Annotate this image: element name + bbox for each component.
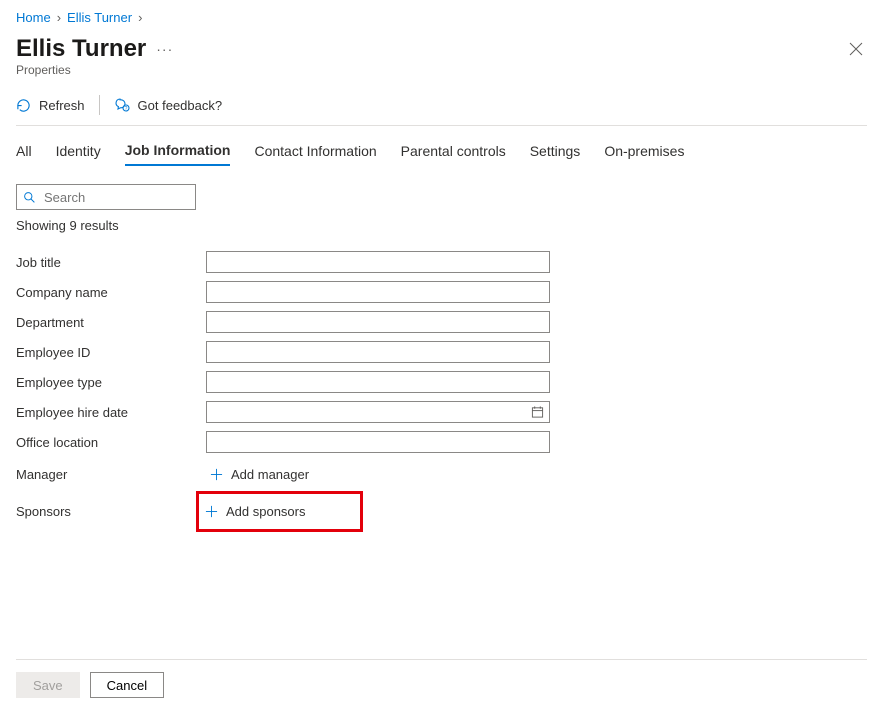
row-hire-date: Employee hire date <box>16 397 867 427</box>
input-company-name[interactable] <box>206 281 550 303</box>
add-manager-label: Add manager <box>231 467 309 482</box>
tabs: All Identity Job Information Contact Inf… <box>16 136 867 166</box>
row-employee-type: Employee type <box>16 367 867 397</box>
label-manager: Manager <box>16 467 206 482</box>
add-sponsors-label: Add sponsors <box>226 504 306 519</box>
add-sponsors-button[interactable]: Add sponsors <box>201 498 314 525</box>
results-count: Showing 9 results <box>16 218 867 233</box>
row-office-location: Office location <box>16 427 867 457</box>
label-employee-id: Employee ID <box>16 345 206 360</box>
tab-on-premises[interactable]: On-premises <box>604 137 684 165</box>
breadcrumb-current[interactable]: Ellis Turner <box>67 10 132 25</box>
refresh-button[interactable]: Refresh <box>16 98 85 113</box>
plus-icon <box>210 468 223 481</box>
row-company-name: Company name <box>16 277 867 307</box>
divider <box>99 95 100 115</box>
row-employee-id: Employee ID <box>16 337 867 367</box>
chevron-right-icon: › <box>57 10 61 25</box>
row-manager: Manager Add manager <box>16 459 867 489</box>
breadcrumb: Home › Ellis Turner › <box>16 10 867 25</box>
row-job-title: Job title <box>16 247 867 277</box>
tab-contact-information[interactable]: Contact Information <box>254 137 376 165</box>
row-sponsors: Sponsors Add sponsors <box>16 491 867 531</box>
more-button[interactable]: ··· <box>156 41 173 57</box>
job-info-form: Job title Company name Department Employ… <box>16 247 867 531</box>
row-department: Department <box>16 307 867 337</box>
cancel-button[interactable]: Cancel <box>90 672 164 698</box>
input-department[interactable] <box>206 311 550 333</box>
add-manager-button[interactable]: Add manager <box>206 461 317 488</box>
search-area: Showing 9 results <box>16 184 867 233</box>
tab-parental-controls[interactable]: Parental controls <box>401 137 506 165</box>
chevron-right-icon: › <box>138 10 142 25</box>
label-company-name: Company name <box>16 285 206 300</box>
label-sponsors: Sponsors <box>16 504 206 519</box>
tab-job-information[interactable]: Job Information <box>125 136 231 166</box>
svg-text:?: ? <box>124 106 127 112</box>
tab-identity[interactable]: Identity <box>56 137 101 165</box>
highlight-add-sponsors: Add sponsors <box>196 491 363 532</box>
tab-all[interactable]: All <box>16 137 32 165</box>
page-title: Ellis Turner <box>16 35 146 63</box>
breadcrumb-home[interactable]: Home <box>16 10 51 25</box>
input-hire-date[interactable] <box>206 401 550 423</box>
label-employee-type: Employee type <box>16 375 206 390</box>
input-employee-id[interactable] <box>206 341 550 363</box>
page-subtitle: Properties <box>16 63 867 77</box>
search-box[interactable] <box>16 184 196 210</box>
refresh-icon <box>16 98 31 113</box>
close-button[interactable] <box>845 38 867 60</box>
feedback-button[interactable]: ? Got feedback? <box>114 97 223 113</box>
input-employee-type[interactable] <box>206 371 550 393</box>
label-hire-date: Employee hire date <box>16 405 206 420</box>
refresh-label: Refresh <box>39 98 85 113</box>
command-bar: Refresh ? Got feedback? <box>16 95 867 125</box>
search-icon <box>23 191 36 204</box>
save-button: Save <box>16 672 80 698</box>
close-icon <box>849 42 863 56</box>
tab-settings[interactable]: Settings <box>530 137 581 165</box>
feedback-icon: ? <box>114 97 130 113</box>
label-job-title: Job title <box>16 255 206 270</box>
divider <box>16 125 867 126</box>
input-office-location[interactable] <box>206 431 550 453</box>
search-input[interactable] <box>42 189 189 206</box>
label-office-location: Office location <box>16 435 206 450</box>
feedback-label: Got feedback? <box>138 98 223 113</box>
title-row: Ellis Turner ··· <box>16 35 867 63</box>
label-department: Department <box>16 315 206 330</box>
input-job-title[interactable] <box>206 251 550 273</box>
plus-icon <box>205 505 218 518</box>
footer: Save Cancel <box>16 659 867 698</box>
